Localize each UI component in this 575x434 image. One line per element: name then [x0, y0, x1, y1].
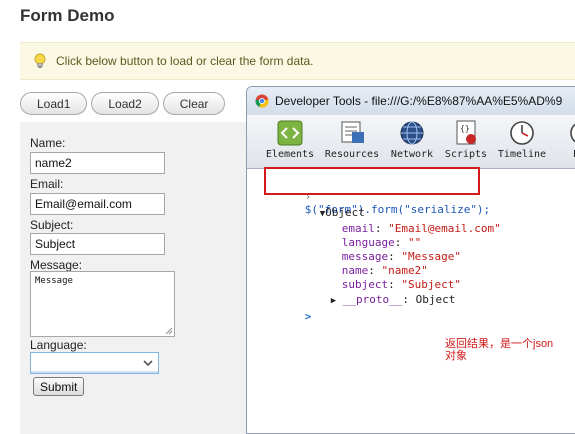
clear-button[interactable]: Clear [162, 92, 226, 115]
tab-profiles-label: Pro [552, 149, 575, 160]
tab-profiles[interactable]: Pro [552, 119, 575, 160]
lightbulb-icon [34, 53, 46, 69]
annotation-line-2: 对象 [445, 350, 467, 362]
timeline-icon [510, 121, 534, 145]
submit-button[interactable]: Submit [33, 377, 85, 396]
network-icon [400, 121, 424, 145]
page-title: Form Demo [20, 6, 115, 25]
proto-value: Object [415, 293, 456, 306]
action-buttons: Load1 Load2 Clear [20, 92, 226, 115]
chrome-logo-icon [255, 94, 269, 108]
console-prompt: > [304, 310, 312, 323]
tab-network-label: Network [390, 149, 434, 160]
form-panel: Name: name2 Email: Email@email.com Subje… [20, 122, 252, 434]
subject-field[interactable]: Subject [30, 233, 165, 255]
devtools-window: Developer Tools - file:///G:/%E8%87%AA%E… [246, 86, 575, 434]
devtools-titlebar: Developer Tools - file:///G:/%E8%87%AA%E… [247, 87, 575, 115]
console-panel[interactable]: › $("form").form("serialize"); ▼Object e… [247, 170, 575, 433]
devtools-title: Developer Tools - file:///G:/%E8%87%AA%E… [275, 94, 563, 108]
annotation-note: 返回结果，是一个json 对象 [445, 338, 553, 362]
name-label: Name: [30, 136, 66, 150]
resize-grip-icon[interactable] [165, 327, 173, 335]
subject-label: Subject: [30, 218, 74, 232]
profiles-icon [570, 123, 575, 143]
message-text: Message [35, 276, 73, 286]
elements-icon [277, 120, 303, 146]
info-text: Click below button to load or clear the … [56, 54, 314, 68]
tab-timeline-label: Timeline [497, 149, 547, 160]
annotation-line-1: 返回结果，是一个json [445, 338, 554, 350]
tab-scripts-label: Scripts [444, 149, 488, 160]
command-highlight-box [264, 167, 480, 195]
email-label: Email: [30, 177, 64, 191]
info-banner: Click below button to load or clear the … [20, 42, 575, 80]
message-textarea[interactable]: Message [30, 271, 175, 337]
name-field[interactable]: name2 [30, 152, 165, 174]
load2-button[interactable]: Load2 [91, 92, 159, 115]
devtools-toolbar: Elements Resources Network {} Scripts Ti… [247, 115, 575, 169]
scripts-icon: {} [456, 120, 476, 145]
svg-text:{}: {} [460, 124, 470, 133]
tab-scripts[interactable]: {} Scripts [436, 119, 496, 160]
tab-elements-label: Elements [265, 149, 315, 160]
chevron-down-icon [143, 360, 153, 367]
tab-resources-label: Resources [324, 149, 380, 160]
resources-icon [341, 121, 364, 143]
proto-key: __proto__ [342, 293, 403, 306]
message-label: Message: [30, 258, 83, 272]
tab-resources[interactable]: Resources [322, 119, 382, 160]
email-field[interactable]: Email@email.com [30, 193, 165, 215]
load1-button[interactable]: Load1 [20, 92, 88, 115]
expand-triangle-right-icon[interactable]: ▶ [331, 296, 336, 306]
language-select[interactable] [30, 352, 159, 374]
console-input-prompt[interactable]: > [265, 297, 312, 336]
tab-timeline[interactable]: Timeline [492, 119, 552, 160]
tab-network[interactable]: Network [382, 119, 442, 160]
object-proto[interactable]: ▶ __proto__: Object [291, 280, 456, 319]
tab-elements[interactable]: Elements [260, 119, 320, 160]
language-label: Language: [30, 338, 87, 352]
